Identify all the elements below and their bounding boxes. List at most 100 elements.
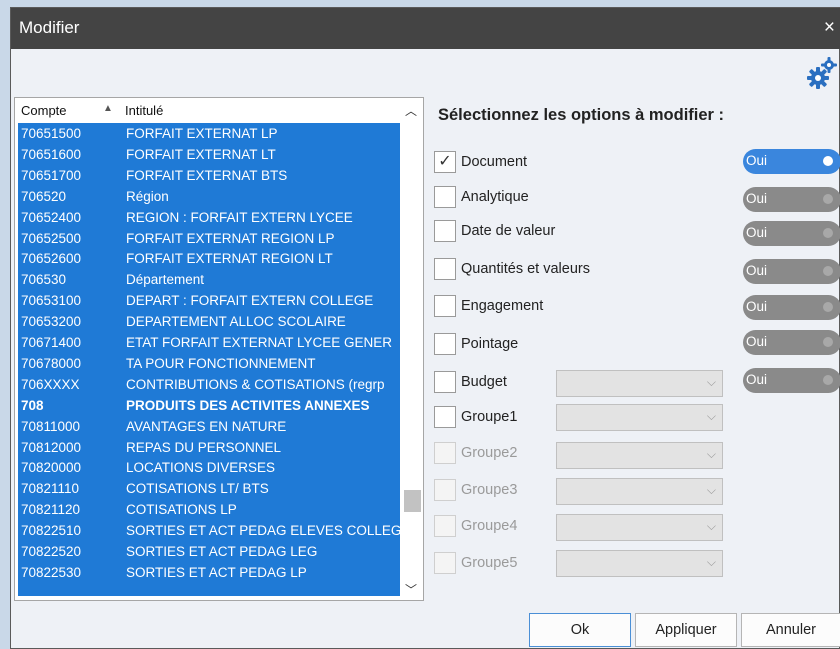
column-header-compte[interactable]: Compte — [21, 103, 67, 118]
sort-ascending-icon[interactable]: ▲ — [103, 103, 113, 114]
row-intitule: ETAT FORFAIT EXTERNAT LYCEE GENER — [126, 335, 393, 350]
list-row[interactable]: 70651700 FORFAIT EXTERNAT BTS — [18, 165, 400, 186]
accounts-list[interactable]: Compte ▲ Intitulé 70651500 FORFAIT EXTERN… — [14, 97, 424, 601]
list-row[interactable]: 70652500 FORFAIT EXTERNAT REGION LP — [18, 228, 400, 249]
list-row[interactable]: 708 PRODUITS DES ACTIVITES ANNEXES — [18, 395, 400, 416]
options-title: Sélectionnez les options à modifier : — [438, 106, 725, 124]
chevron-down-icon: ⌵ — [706, 375, 716, 389]
toggle-label: Oui — [746, 263, 768, 278]
toggle-knob — [823, 375, 833, 385]
chevron-down-icon: ⌵ — [706, 483, 716, 497]
option-checkbox[interactable] — [434, 371, 456, 393]
list-row[interactable]: 70651500 FORFAIT EXTERNAT LP — [18, 123, 400, 144]
list-row[interactable]: 70652600 FORFAIT EXTERNAT REGION LT — [18, 248, 400, 269]
toggle-switch[interactable]: Oui — [743, 368, 840, 393]
option-checkbox[interactable] — [434, 295, 456, 317]
option-label: Quantités et valeurs — [461, 261, 590, 277]
row-intitule: Département — [126, 272, 205, 288]
toggle-switch[interactable]: Oui — [743, 149, 840, 174]
option-checkbox — [434, 552, 456, 574]
list-row[interactable]: 70822520 SORTIES ET ACT PEDAG LEG — [18, 541, 400, 562]
column-header-intitule[interactable]: Intitulé — [125, 103, 163, 118]
row-intitule: AVANTAGES EN NATURE — [126, 418, 287, 434]
list-row[interactable]: 70820000 LOCATIONS DIVERSES — [18, 457, 400, 478]
list-row[interactable]: 70821120 COTISATIONS LP — [18, 499, 400, 520]
row-compte: 70821120 — [21, 502, 81, 518]
list-row[interactable]: 70653100 DEPART : FORFAIT EXTERN COLLEGE — [18, 290, 400, 311]
chevron-down-icon[interactable]: ﹀ — [405, 581, 417, 598]
scrollbar-thumb[interactable] — [404, 490, 421, 512]
list-row[interactable]: 70821110 COTISATIONS LT/ BTS — [18, 478, 400, 499]
row-compte: 706XXXX — [21, 376, 80, 392]
option-checkbox — [434, 515, 456, 537]
toggle-label: Oui — [746, 153, 768, 168]
option-checkbox[interactable] — [434, 220, 456, 242]
list-row[interactable]: 706520 Région — [18, 186, 400, 207]
row-compte: 70651500 — [21, 126, 82, 141]
row-compte: 706530 — [21, 272, 67, 288]
row-intitule: SORTIES ET ACT PEDAG LP — [126, 564, 307, 580]
option-label: Pointage — [461, 336, 519, 352]
list-row[interactable]: 70651600 FORFAIT EXTERNAT LT — [18, 144, 400, 165]
row-intitule: FORFAIT EXTERNAT LP — [126, 126, 278, 141]
list-rows: 70651500 FORFAIT EXTERNAT LP 70651600 FORFA… — [18, 123, 400, 596]
list-scrollbar[interactable]: ︿ ﹀ — [401, 98, 423, 600]
ok-button[interactable]: Ok — [529, 613, 631, 647]
toggle-knob — [823, 337, 833, 347]
row-intitule: PRODUITS DES ACTIVITES ANNEXES — [126, 397, 370, 413]
list-row[interactable]: 70652400 REGION : FORFAIT EXTERN LYCEE — [18, 207, 400, 228]
toggle-switch[interactable]: Oui — [743, 295, 840, 320]
list-row[interactable]: 70812000 REPAS DU PERSONNEL — [18, 437, 400, 458]
option-dropdown[interactable]: ⌵ — [556, 370, 723, 397]
option-checkbox[interactable] — [434, 406, 456, 428]
toggle-knob — [823, 266, 833, 276]
option-label: Date de valeur — [461, 223, 556, 239]
list-row[interactable]: 70653200 DEPARTEMENT ALLOC SCOLAIRE — [18, 311, 400, 332]
list-row[interactable]: 706XXXX CONTRIBUTIONS & COTISATIONS (regr… — [18, 374, 400, 395]
row-compte: 70671400 — [21, 335, 82, 350]
option-dropdown: ⌵ — [556, 442, 723, 469]
row-compte: 70653100 — [21, 293, 82, 309]
gears-icon[interactable] — [807, 56, 837, 90]
list-row[interactable]: 70822530 SORTIES ET ACT PEDAG LP — [18, 562, 400, 583]
row-compte: 70652600 — [21, 251, 82, 267]
option-dropdown: ⌵ — [556, 478, 723, 505]
list-row[interactable]: 70811000 AVANTAGES EN NATURE — [18, 416, 400, 437]
option-dropdown[interactable]: ⌵ — [556, 404, 723, 431]
row-compte: 70822510 — [21, 523, 82, 539]
title-bar: Modifier × — [11, 8, 840, 49]
toggle-switch[interactable]: Oui — [743, 221, 840, 246]
toggle-knob — [823, 194, 833, 204]
chevron-down-icon: ⌵ — [706, 555, 716, 569]
list-row[interactable]: 70671400 ETAT FORFAIT EXTERNAT LYCEE GENE… — [18, 332, 400, 353]
toggle-switch[interactable]: Oui — [743, 330, 840, 355]
cancel-button[interactable]: Annuler — [741, 613, 840, 647]
row-compte: 70652500 — [21, 230, 82, 246]
toggle-label: Oui — [746, 191, 768, 206]
toggle-switch[interactable]: Oui — [743, 259, 840, 284]
option-checkbox[interactable] — [434, 258, 456, 280]
option-label: Groupe5 — [461, 555, 518, 571]
option-checkbox[interactable]: ✓ — [434, 151, 456, 173]
list-row[interactable]: 70822510 SORTIES ET ACT PEDAG ELEVES COLL… — [18, 520, 400, 541]
option-label: Groupe4 — [461, 518, 518, 534]
list-row[interactable]: 706530 Département — [18, 269, 400, 290]
chevron-up-icon[interactable]: ︿ — [405, 102, 417, 119]
row-compte: 70811000 — [21, 418, 81, 434]
row-compte: 70653200 — [21, 314, 82, 330]
option-label: Groupe1 — [461, 409, 518, 425]
row-intitule: FORFAIT EXTERNAT REGION LP — [126, 230, 335, 246]
option-checkbox[interactable] — [434, 186, 456, 208]
apply-button[interactable]: Appliquer — [635, 613, 737, 647]
chevron-down-icon: ⌵ — [706, 447, 716, 461]
toggle-switch[interactable]: Oui — [743, 187, 840, 212]
row-intitule: FORFAIT EXTERNAT REGION LT — [126, 251, 333, 267]
row-compte: 70812000 — [21, 439, 82, 455]
list-row[interactable]: 70678000 TA POUR FONCTIONNEMENT — [18, 353, 400, 374]
option-checkbox[interactable] — [434, 333, 456, 355]
row-intitule: REPAS DU PERSONNEL — [126, 439, 282, 455]
row-compte: 70822520 — [21, 544, 82, 559]
toggle-label: Oui — [746, 372, 768, 387]
close-icon[interactable]: × — [824, 17, 835, 39]
row-compte: 706520 — [21, 188, 67, 204]
